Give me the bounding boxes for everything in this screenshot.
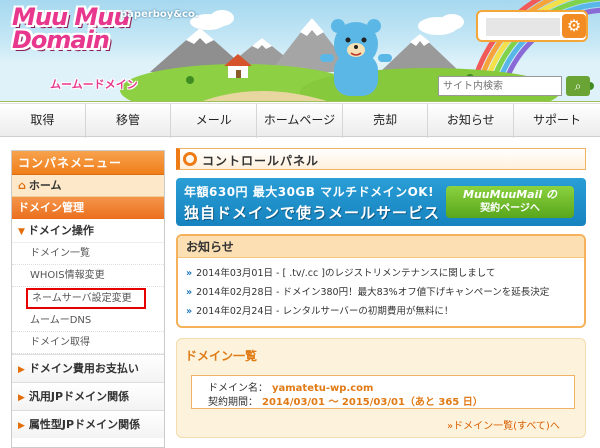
sidebar-link-whois[interactable]: WHOIS情報変更: [12, 265, 164, 287]
banner-cta-button[interactable]: MuuMuuMail の 契約ページへ: [446, 186, 574, 218]
site-header: Muu Muu Domain ムームードメイン paperboy&co. ⚙ ⌕: [0, 0, 600, 102]
sidebar-domain-mgmt-heading: ドメイン管理: [12, 197, 164, 219]
news-text: 2014年03月01日 - [ .tv/.cc ]のレジストリメンテナンスに関し…: [196, 268, 496, 279]
nav-item-sell[interactable]: 売却: [343, 104, 429, 138]
double-arrow-icon: »: [186, 306, 193, 317]
sidebar-group-domain-ops[interactable]: ▼ ドメイン操作: [12, 219, 164, 243]
domain-card[interactable]: ドメイン名： yamatetu-wp.com 契約期間： 2014/03/01 〜 …: [191, 375, 575, 409]
nav-item-transfer[interactable]: 移管: [86, 104, 172, 138]
sidebar-link-domain-acquire[interactable]: ドメイン取得: [12, 332, 164, 354]
gear-icon[interactable]: ⚙: [562, 14, 586, 38]
sidebar-group-label: ドメイン操作: [27, 224, 94, 237]
sidebar-link-muumuu-dns[interactable]: ムームーDNS: [12, 310, 164, 332]
page-title: コントロールパネル: [202, 154, 320, 168]
nav-item-news[interactable]: お知らせ: [428, 104, 515, 138]
triangle-down-icon: ▼: [18, 227, 25, 237]
search-input[interactable]: [438, 76, 562, 96]
double-arrow-icon: »: [186, 268, 193, 279]
news-title: お知らせ: [178, 236, 584, 258]
contract-period-label: 契約期間：: [208, 397, 258, 408]
triangle-right-icon: ▶: [18, 421, 25, 431]
news-list: » 2014年03月01日 - [ .tv/.cc ]のレジストリメンテナンスに関…: [178, 258, 584, 321]
news-item[interactable]: » 2014年02月24日 - レンタルサーバーの初期費用が無料に！: [186, 302, 584, 321]
domain-name-row: ドメイン名： yamatetu-wp.com: [208, 379, 373, 394]
sidebar-section-label: 汎用JPドメイン関係: [28, 390, 130, 403]
nav-item-support[interactable]: サポート: [514, 104, 600, 138]
paperboy-logo[interactable]: paperboy&co.: [120, 9, 199, 20]
banner-cta-brand: MuuMuuMail の: [463, 188, 557, 201]
nav-item-acquire[interactable]: 取得: [0, 104, 86, 138]
sidebar-section-payment[interactable]: ▶ ドメイン費用お支払い: [12, 354, 164, 382]
nav-item-homepage[interactable]: ホームページ: [257, 104, 343, 138]
domain-list-box: ドメイン一覧 ドメイン名： yamatetu-wp.com 契約期間： 2014/0…: [176, 338, 586, 438]
banner-line2: 独自ドメインで使うメールサービス: [184, 204, 441, 222]
account-field[interactable]: [486, 18, 560, 36]
news-item[interactable]: » 2014年02月28日 - ドメイン380円！最大83%オフ値下げキャンペーン…: [186, 283, 584, 302]
triangle-right-icon: ▶: [18, 393, 25, 403]
search-button[interactable]: ⌕: [566, 76, 590, 96]
sidebar-home-label: ホーム: [28, 179, 62, 192]
home-icon: ⌂: [18, 179, 26, 192]
global-nav: 取得 移管 メール ホームページ 売却 お知らせ サポート: [0, 103, 600, 138]
news-item[interactable]: » 2014年03月01日 - [ .tv/.cc ]のレジストリメンテナンスに関…: [186, 264, 584, 283]
nav-item-mail[interactable]: メール: [171, 104, 258, 138]
sidebar-title: コンパネメニュー: [12, 151, 164, 175]
contract-period-row: 契約期間： 2014/03/01 〜 2015/03/01（あと 365 日）: [208, 393, 483, 408]
sidebar-section-label: ドメイン費用お支払い: [28, 362, 139, 375]
search-icon: ⌕: [574, 79, 582, 93]
sidebar: コンパネメニュー ⌂ ホーム ドメイン管理 ▼ ドメイン操作 ドメイン一覧 WHOI…: [11, 150, 165, 448]
triangle-right-icon: ▶: [18, 365, 25, 375]
sidebar-section-general-jp[interactable]: ▶ 汎用JPドメイン関係: [12, 382, 164, 410]
contract-period-value: 2014/03/01 〜 2015/03/01（あと 365 日）: [262, 397, 483, 408]
sidebar-section-attribute-jp[interactable]: ▶ 属性型JPドメイン関係: [12, 410, 164, 438]
account-box: ⚙: [476, 10, 588, 42]
sidebar-item-home[interactable]: ⌂ ホーム: [12, 175, 164, 197]
circle-icon: [183, 152, 197, 166]
mail-service-banner[interactable]: 年額630円 最大30GB マルチドメインOK! 独自ドメインで使うメールサービ…: [176, 178, 586, 226]
sidebar-link-domain-list[interactable]: ドメイン一覧: [12, 243, 164, 265]
sidebar-link-nameserver[interactable]: ネームサーバ設定変更: [26, 288, 146, 309]
control-panel-heading: コントロールパネル: [176, 148, 586, 170]
double-arrow-icon: »: [186, 287, 193, 298]
news-box: お知らせ » 2014年03月01日 - [ .tv/.cc ]のレジストリメンテ…: [176, 234, 586, 328]
banner-line1: 年額630円 最大30GB マルチドメインOK!: [184, 185, 435, 199]
logo-kana: ムームードメイン: [50, 78, 138, 91]
sidebar-section-label: 属性型JPドメイン関係: [28, 418, 141, 431]
news-text: 2014年02月24日 - レンタルサーバーの初期費用が無料に！: [196, 306, 454, 317]
domain-list-all-link[interactable]: »ドメイン一覧(すべて)へ: [447, 417, 560, 432]
news-text: 2014年02月28日 - ドメイン380円！最大83%オフ値下げキャンペーンを…: [196, 287, 550, 298]
banner-cta-text: 契約ページへ: [480, 203, 540, 214]
domain-list-title: ドメイン一覧: [185, 349, 258, 363]
